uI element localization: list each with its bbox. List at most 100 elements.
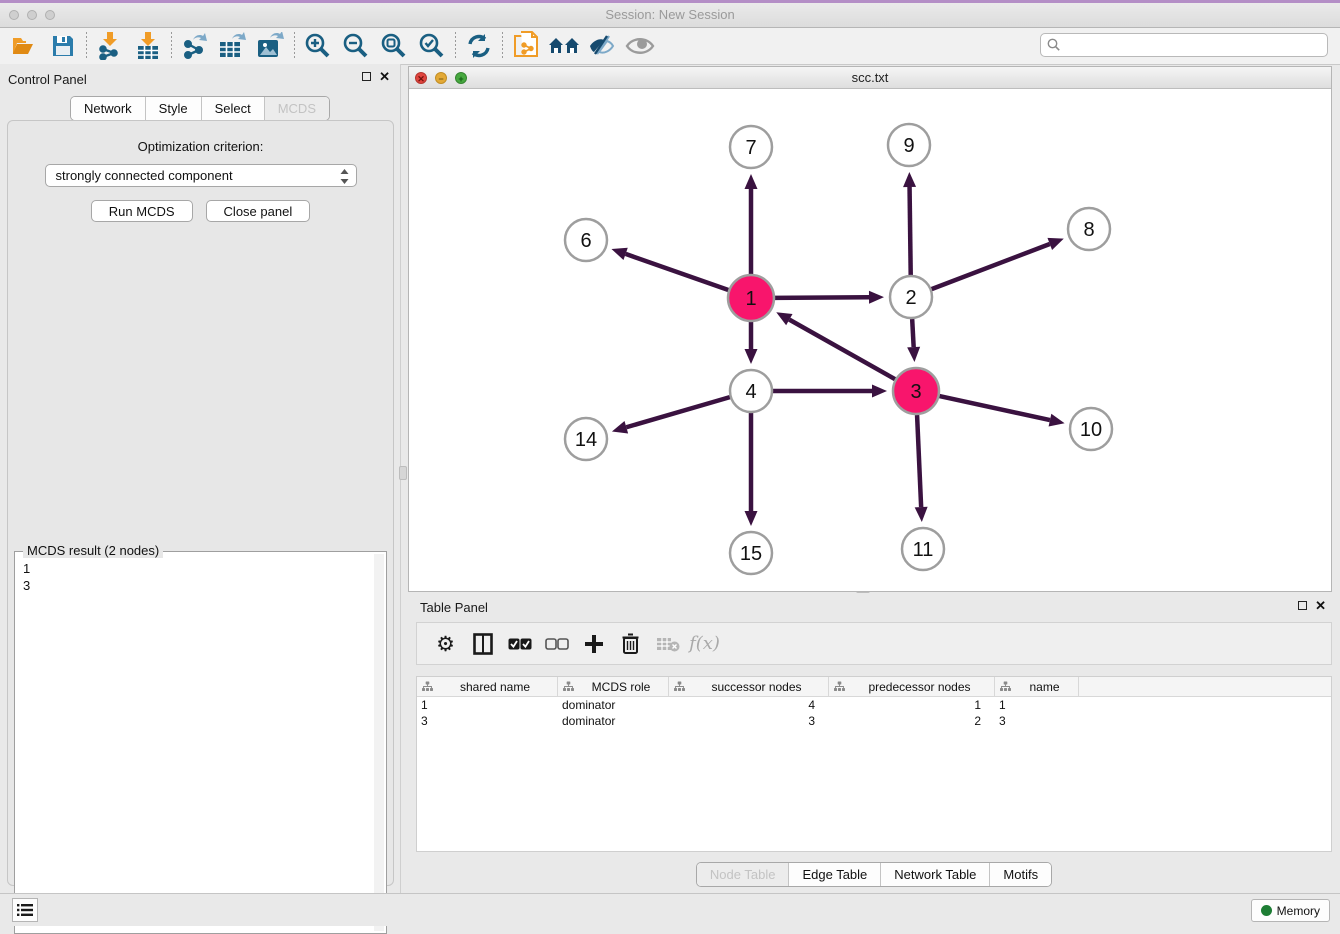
table-cell[interactable]: dominator	[558, 713, 669, 729]
select-stepper-icon	[340, 169, 349, 187]
table-tabs: Node TableEdge TableNetwork TableMotifs	[408, 862, 1340, 887]
zoom-fit-icon[interactable]	[375, 30, 413, 62]
optimization-criterion-select[interactable]: strongly connected component	[45, 164, 357, 187]
close-panel-button[interactable]: Close panel	[206, 200, 311, 222]
open-folder-icon[interactable]	[6, 30, 44, 62]
table-cell[interactable]: 3	[995, 713, 1079, 729]
import-network-icon[interactable]	[91, 30, 129, 62]
graph-edge-4-14[interactable]	[626, 397, 730, 427]
graph-edge-2-9[interactable]	[910, 187, 911, 275]
column-browser-icon[interactable]	[464, 627, 501, 661]
gear-icon[interactable]: ⚙	[427, 627, 464, 661]
network-window-titlebar[interactable]: ✕ − + scc.txt	[409, 67, 1331, 89]
graph-edge-3-11[interactable]	[917, 415, 921, 507]
deselect-all-icon[interactable]	[538, 627, 575, 661]
fx-label: f(x)	[689, 633, 720, 654]
tab-network[interactable]: Network	[71, 97, 145, 120]
table-row[interactable]: 1dominator411	[417, 697, 1331, 713]
tab-style[interactable]: Style	[145, 97, 201, 120]
toolbar-separator	[455, 32, 456, 60]
save-icon[interactable]	[44, 30, 82, 62]
control-panel-tabs: NetworkStyleSelectMCDS	[0, 96, 400, 121]
import-table-icon[interactable]	[129, 30, 167, 62]
network-window-title: scc.txt	[409, 70, 1331, 85]
table-cell[interactable]: 3	[417, 713, 558, 729]
export-network-icon[interactable]	[176, 30, 214, 62]
show-all-icon	[621, 30, 659, 62]
select-all-icon[interactable]	[501, 627, 538, 661]
column-header-name[interactable]: name	[995, 677, 1079, 696]
graph-edge-2-3[interactable]	[912, 319, 913, 347]
close-table-panel-icon[interactable]: ✕	[1315, 600, 1326, 611]
sort-tree-icon	[834, 681, 845, 692]
graph-edge-1-2[interactable]	[775, 297, 869, 298]
first-neighbors-icon[interactable]	[545, 30, 583, 62]
table-cell[interactable]: dominator	[558, 697, 669, 713]
graph-edge-arrowhead	[903, 172, 916, 187]
graph-edge-arrowhead	[907, 347, 920, 362]
table-cell[interactable]: 4	[669, 697, 829, 713]
vertical-splitter-handle[interactable]	[399, 466, 407, 480]
sort-tree-icon	[563, 681, 574, 692]
graph-node-label: 3	[910, 381, 921, 403]
column-header-shared-name[interactable]: shared name	[417, 677, 558, 696]
tab-node-table[interactable]: Node Table	[697, 863, 789, 886]
zoom-out-icon[interactable]	[337, 30, 375, 62]
graph-node-label: 7	[745, 137, 756, 159]
mcds-result-lines[interactable]: 1 3	[15, 552, 386, 594]
sort-tree-icon	[674, 681, 685, 692]
toolbar-separator	[294, 32, 295, 60]
tab-select[interactable]: Select	[201, 97, 264, 120]
run-mcds-button[interactable]: Run MCDS	[91, 200, 193, 222]
refresh-layout-icon[interactable]	[460, 30, 498, 62]
graph-node-label: 6	[580, 230, 591, 252]
graph-node-label: 8	[1083, 219, 1094, 241]
graph-edge-arrowhead	[915, 507, 928, 522]
table-cell[interactable]: 1	[995, 697, 1079, 713]
zoom-selected-icon[interactable]	[413, 30, 451, 62]
graph-edge-3-1[interactable]	[789, 320, 895, 380]
table-cell[interactable]: 2	[829, 713, 995, 729]
close-panel-icon[interactable]: ✕	[379, 71, 390, 82]
memory-button[interactable]: Memory	[1251, 899, 1330, 922]
toolbar-separator	[171, 32, 172, 60]
show-panels-menu-button[interactable]	[12, 898, 38, 922]
column-header-predecessor-nodes[interactable]: predecessor nodes	[829, 677, 995, 696]
graph-node-label: 9	[903, 135, 914, 157]
window-top-strip	[0, 0, 1340, 3]
network-canvas-svg[interactable]: 7968124314101511	[409, 89, 1331, 591]
float-panel-icon[interactable]	[362, 72, 371, 81]
zoom-in-icon[interactable]	[299, 30, 337, 62]
tab-edge-table[interactable]: Edge Table	[788, 863, 880, 886]
tab-motifs[interactable]: Motifs	[989, 863, 1051, 886]
export-table-icon[interactable]	[214, 30, 252, 62]
column-header-MCDS-role[interactable]: MCDS role	[558, 677, 669, 696]
search-input[interactable]	[1040, 33, 1328, 57]
graph-node-label: 10	[1080, 419, 1102, 441]
table-row[interactable]: 3dominator323	[417, 713, 1331, 729]
table-cell[interactable]: 1	[417, 697, 558, 713]
result-scrollbar[interactable]	[374, 554, 384, 931]
graph-edge-arrowhead	[872, 385, 887, 398]
table-cell[interactable]: 3	[669, 713, 829, 729]
tab-network-table[interactable]: Network Table	[880, 863, 989, 886]
add-row-icon[interactable]	[575, 627, 612, 661]
table-panel-title: Table Panel	[420, 600, 488, 615]
float-table-panel-icon[interactable]	[1298, 601, 1307, 610]
sort-tree-icon	[422, 681, 433, 692]
delete-row-icon[interactable]	[612, 627, 649, 661]
node-table[interactable]: shared nameMCDS rolesuccessor nodesprede…	[416, 676, 1332, 852]
list-icon	[17, 903, 33, 917]
graph-edge-1-6[interactable]	[626, 254, 729, 290]
hide-selected-icon[interactable]	[583, 30, 621, 62]
graph-edge-2-8[interactable]	[932, 244, 1050, 289]
memory-status-icon	[1261, 905, 1272, 916]
tab-mcds[interactable]: MCDS	[264, 97, 329, 120]
column-header-successor-nodes[interactable]: successor nodes	[669, 677, 829, 696]
network-view-window: ✕ − + scc.txt 7968124314101511	[408, 66, 1332, 592]
clone-network-icon[interactable]	[507, 30, 545, 62]
table-cell[interactable]: 1	[829, 697, 995, 713]
graph-edge-3-10[interactable]	[939, 396, 1050, 420]
toolbar-separator	[502, 32, 503, 60]
export-image-icon[interactable]	[252, 30, 290, 62]
